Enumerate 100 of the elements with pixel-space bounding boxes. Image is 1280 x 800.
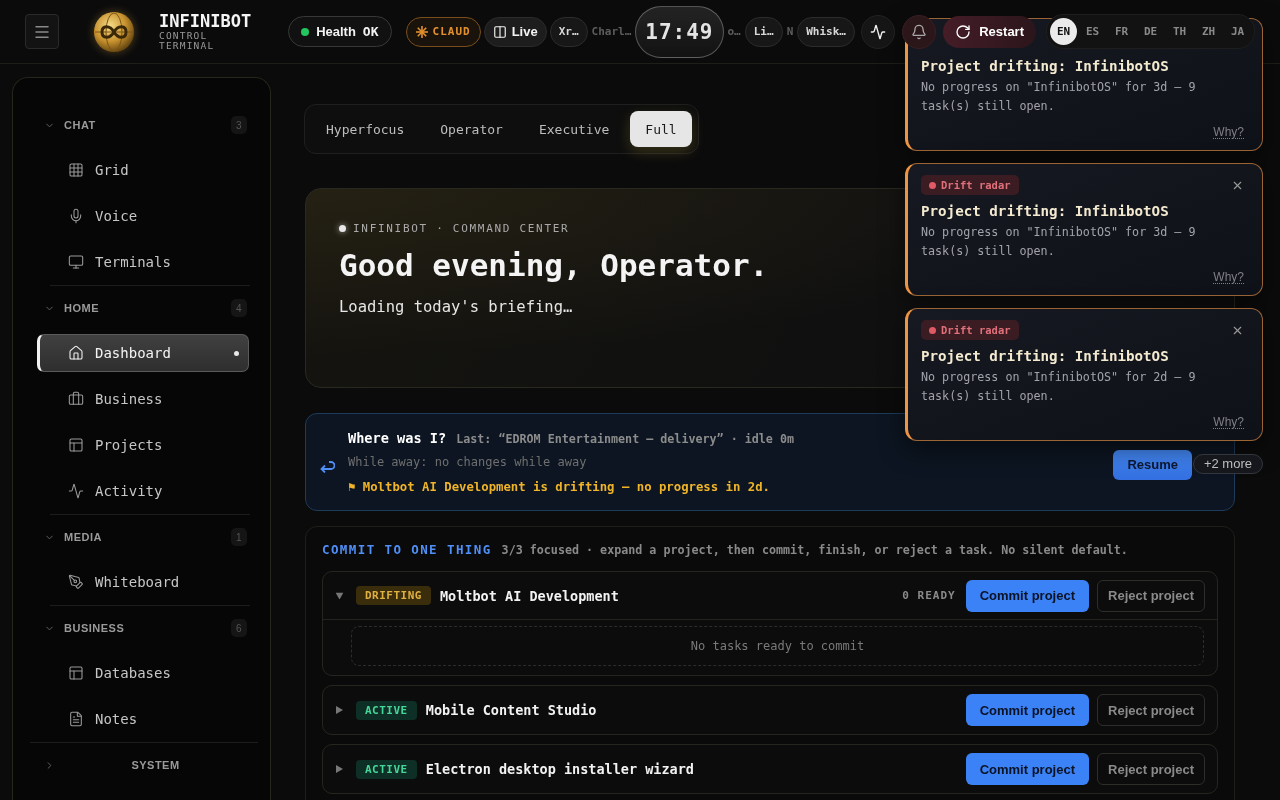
starburst-icon [415, 25, 428, 38]
project-title: Moltbot AI Development [440, 587, 619, 604]
health-button[interactable]: Health OK [288, 16, 392, 47]
dot-icon [929, 326, 936, 334]
view-tab[interactable]: Operator [425, 111, 518, 147]
badge-label: Drift radar [941, 179, 1011, 191]
agent-chip[interactable]: Whisk… [797, 16, 855, 47]
view-tab[interactable]: Executive [523, 111, 625, 147]
reject-button[interactable]: Reject project [1097, 579, 1205, 612]
section-header[interactable]: BUSINESS 6 [37, 606, 249, 650]
resume-title: Where was I? [348, 429, 447, 448]
dot-icon [929, 181, 936, 189]
notification-title: Project drifting: InfinibotOS [921, 57, 1170, 76]
chip-label: N [785, 25, 795, 38]
count-badge: 6 [231, 619, 247, 637]
reject-button[interactable]: Reject project [1097, 694, 1205, 726]
bell-icon [911, 23, 928, 40]
grid-icon [68, 162, 84, 178]
more-button[interactable]: +2 more [1192, 454, 1263, 474]
away-summary: While away: no changes while away [348, 454, 587, 471]
notification-text: No progress on "InfinibotOS" for 2d — 9 task(s) still open. [921, 369, 1197, 405]
sidebar-item[interactable]: Activity [37, 472, 249, 510]
section-header[interactable]: HOME 4 [37, 286, 249, 330]
why-link[interactable]: Why? [1213, 414, 1244, 430]
sidebar-item[interactable]: Grid [37, 151, 249, 189]
language-option[interactable]: ES [1079, 18, 1106, 45]
status-badge: DRIFTING [356, 586, 431, 605]
sidebar-item[interactable]: Notes [37, 700, 249, 738]
sidebar-item[interactable]: Projects [37, 426, 249, 464]
chip-label: o… [726, 25, 742, 38]
restart-button[interactable]: Restart [943, 15, 1036, 48]
menu-button[interactable] [25, 14, 59, 49]
sidebar-item[interactable]: Whiteboard [37, 563, 249, 601]
eyebrow-label: INFINIBOT · COMMAND CENTER [353, 221, 570, 235]
provider-chip[interactable]: CLAUD [405, 16, 481, 47]
caret-icon[interactable] [335, 592, 344, 599]
notification-title: Project drifting: InfinibotOS [921, 347, 1170, 366]
section-header[interactable]: CHAT 3 [37, 103, 249, 147]
pulse-icon [68, 483, 84, 499]
live-chip[interactable]: Live [483, 16, 547, 47]
view-tab[interactable]: Full [630, 111, 692, 147]
caret-icon[interactable] [336, 706, 343, 714]
status-badge: ACTIVE [356, 759, 417, 779]
section-header[interactable]: SYSTEM [37, 743, 249, 787]
agent-chip[interactable]: Li… [744, 16, 783, 47]
microphone-icon [68, 208, 84, 224]
language-option[interactable]: TH [1166, 18, 1193, 45]
caret-icon[interactable] [336, 765, 343, 773]
reject-button[interactable]: Reject project [1097, 753, 1205, 785]
refresh-icon [955, 23, 972, 40]
why-link[interactable]: Why? [1213, 124, 1244, 140]
commit-button[interactable]: Commit project [965, 753, 1089, 785]
home-icon [68, 345, 84, 361]
activity-button[interactable] [861, 14, 896, 49]
project-title: Electron desktop installer wizard [425, 761, 694, 777]
pen-icon [68, 574, 84, 590]
project-title: Mobile Content Studio [425, 702, 597, 718]
dot-icon [339, 224, 346, 232]
empty-state: No tasks ready to commit [351, 626, 1204, 666]
app-title: INFINIBOT [159, 12, 252, 31]
count-badge: 4 [231, 299, 247, 317]
sidebar-item[interactable]: Databases [37, 654, 249, 692]
language-option[interactable]: FR [1108, 18, 1135, 45]
drift-warning-text: ⚑ Moltbot AI Development is drifting — no progress in 2d. [348, 479, 770, 496]
layout-icon [68, 437, 84, 453]
sidebar-item[interactable]: Business [37, 380, 249, 418]
count-badge: 3 [231, 116, 247, 134]
section-title: COMMIT TO ONE THING [322, 542, 492, 557]
columns-icon [492, 24, 507, 39]
notification-text: No progress on "InfinibotOS" for 3d — 9 task(s) still open. [921, 224, 1197, 260]
layout-icon [68, 665, 84, 681]
app-subtitle: CONTROL TERMINAL [159, 31, 216, 51]
commit-button[interactable]: Commit project [965, 579, 1089, 612]
greeting-heading: Good evening, Operator. [339, 246, 769, 285]
view-tab[interactable]: Hyperfocus [311, 111, 420, 147]
sidebar-item[interactable]: Terminals [37, 243, 249, 281]
language-option[interactable]: JA [1224, 18, 1251, 45]
return-arrow-icon [320, 460, 335, 473]
pulse-icon [870, 23, 887, 40]
briefing-status: Loading today's briefing… [339, 297, 573, 318]
sidebar-item[interactable]: Voice [37, 197, 249, 235]
badge-label: Drift radar [941, 324, 1011, 336]
language-option[interactable]: ZH [1195, 18, 1222, 45]
notification-title: Project drifting: InfinibotOS [921, 202, 1170, 221]
why-link[interactable]: Why? [1213, 269, 1244, 285]
monitor-icon [68, 254, 84, 270]
language-option[interactable]: EN [1050, 18, 1077, 45]
active-dot-icon [234, 350, 239, 356]
infinity-globe-icon [94, 11, 134, 52]
chip-label: Charl… [590, 25, 633, 38]
resume-button[interactable]: Resume [1113, 449, 1192, 480]
sidebar-item[interactable]: Dashboard [37, 334, 249, 372]
briefcase-icon [68, 391, 84, 407]
agent-chip[interactable]: Xr… [549, 16, 588, 47]
commit-button[interactable]: Commit project [965, 694, 1089, 726]
notifications-button[interactable] [902, 14, 937, 49]
clock: 17:49 [635, 5, 724, 58]
language-option[interactable]: DE [1137, 18, 1164, 45]
last-activity: Last: “EDROM Entertainment — delivery” · idle 0m [456, 431, 794, 448]
ready-count: 0 READY [902, 589, 956, 602]
